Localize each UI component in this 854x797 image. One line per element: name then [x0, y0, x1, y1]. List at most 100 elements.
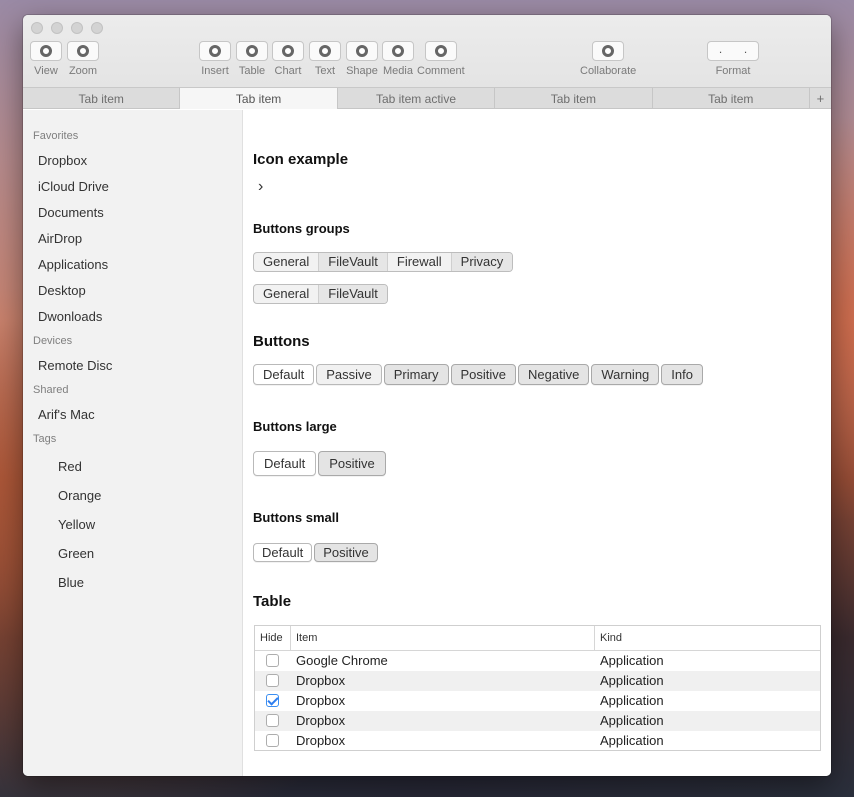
table-row[interactable]: Dropbox Application	[255, 671, 820, 691]
toolbar-chart-button[interactable]: Chart	[272, 41, 304, 77]
default-small-button[interactable]: Default	[253, 543, 313, 562]
tab-item[interactable]: Tab item active	[338, 88, 496, 109]
sidebar-item-documents[interactable]: Documents	[38, 205, 104, 220]
tab-bar: Tab item Tab item Tab item active Tab it…	[23, 88, 831, 109]
sidebar-item-icloud-drive[interactable]: iCloud Drive	[38, 179, 109, 194]
window-controls	[31, 22, 103, 34]
hide-checkbox-checked[interactable]	[266, 694, 279, 707]
toolbar-shape-button[interactable]: Shape	[346, 41, 378, 77]
table-cell-kind: Application	[600, 673, 664, 688]
toolbar-label: View	[34, 65, 58, 77]
hide-checkbox[interactable]	[266, 674, 279, 687]
apps-table: Hide Item Kind Google Chrome Application…	[254, 625, 821, 751]
buttons-large-row: Default Positive	[253, 451, 386, 476]
sidebar-tag-yellow[interactable]: Yellow	[58, 517, 95, 532]
table-cell-item: Dropbox	[296, 733, 346, 748]
positive-small-button[interactable]: Positive	[314, 543, 378, 562]
primary-button[interactable]: Primary	[383, 364, 449, 385]
sidebar-heading-devices: Devices	[33, 335, 73, 347]
tab-item[interactable]: Tab item	[653, 88, 810, 109]
table-header: Hide Item Kind	[255, 626, 820, 651]
hide-checkbox[interactable]	[266, 654, 279, 667]
positive-button[interactable]: Positive	[450, 364, 517, 385]
tab-item[interactable]: Tab item	[23, 88, 181, 109]
column-header-item[interactable]: Item	[296, 632, 317, 644]
sidebar-tag-red[interactable]: Red	[58, 459, 82, 474]
segment-general[interactable]: General	[254, 285, 320, 303]
app-window: View Zoom Insert Table Chart Text Shape	[23, 15, 831, 776]
toolbar-collaborate-button[interactable]: Collaborate	[580, 41, 636, 77]
segment-general[interactable]: General	[254, 253, 320, 271]
positive-large-button[interactable]: Positive	[318, 451, 386, 476]
collaborate-icon	[592, 41, 625, 61]
format-icon: . .	[707, 41, 759, 61]
tab-item[interactable]: Tab item	[495, 88, 653, 109]
column-header-kind[interactable]: Kind	[600, 632, 622, 644]
sidebar-tag-orange[interactable]: Orange	[58, 488, 101, 503]
add-tab-button[interactable]: +	[810, 88, 831, 109]
passive-button[interactable]: Passive	[316, 364, 382, 385]
chart-icon	[272, 41, 304, 61]
toolbar-zoom-button[interactable]: Zoom	[67, 41, 99, 77]
hide-checkbox[interactable]	[266, 714, 279, 727]
button-group-privacy: General FileVault Firewall Privacy	[253, 252, 514, 272]
toolbar-format-button[interactable]: . . Format	[707, 41, 759, 77]
table-row[interactable]: Dropbox Application	[255, 691, 820, 711]
tab-item-selected[interactable]: Tab item	[180, 88, 338, 109]
sidebar-item-arifs-mac[interactable]: Arif's Mac	[38, 407, 95, 422]
toolbar: View Zoom Insert Table Chart Text Shape	[23, 15, 831, 88]
table-cell-kind: Application	[600, 733, 664, 748]
table-cell-kind: Application	[600, 693, 664, 708]
toolbar-label: Table	[238, 65, 266, 77]
sidebar-heading-tags: Tags	[33, 433, 57, 445]
sidebar-item-airdrop[interactable]: AirDrop	[38, 231, 82, 246]
insert-icon	[199, 41, 231, 61]
fullscreen-window-button[interactable]	[91, 22, 103, 34]
text-icon	[309, 41, 341, 61]
segment-filevault[interactable]: FileVault	[319, 285, 387, 303]
table-cell-item: Dropbox	[296, 693, 346, 708]
toolbar-text-button[interactable]: Text	[309, 41, 341, 77]
toolbar-media-button[interactable]: Media	[382, 41, 414, 77]
comment-icon	[424, 41, 457, 61]
table-cell-item: Google Chrome	[296, 653, 388, 668]
table-icon	[236, 41, 268, 61]
table-row[interactable]: Dropbox Application	[255, 731, 820, 751]
minimize-window-button[interactable]	[51, 22, 63, 34]
sidebar-item-dropbox[interactable]: Dropbox	[38, 153, 87, 168]
buttons-row: Default Passive Primary Positive Negativ…	[253, 364, 703, 385]
sidebar-item-applications[interactable]: Applications	[38, 257, 108, 272]
sidebar-item-downloads[interactable]: Dwonloads	[38, 309, 102, 324]
buttons-small-row: Default Positive	[253, 543, 378, 562]
negative-button[interactable]: Negative	[518, 364, 590, 385]
sidebar-item-remote-disc[interactable]: Remote Disc	[38, 358, 112, 373]
section-title-buttons-small: Buttons small	[253, 510, 339, 525]
zoom-window-button[interactable]	[71, 22, 83, 34]
toolbar-label: Insert	[201, 65, 229, 77]
toolbar-table-button[interactable]: Table	[236, 41, 268, 77]
toolbar-comment-button[interactable]: Comment	[417, 41, 465, 77]
toolbar-insert-button[interactable]: Insert	[199, 41, 231, 77]
section-title-buttons: Buttons	[253, 333, 310, 350]
sidebar-item-desktop[interactable]: Desktop	[38, 283, 86, 298]
toolbar-label: Collaborate	[580, 65, 637, 77]
toolbar-label: Comment	[417, 65, 465, 77]
segment-firewall[interactable]: Firewall	[388, 253, 452, 271]
sidebar-tag-green[interactable]: Green	[58, 546, 94, 561]
close-window-button[interactable]	[31, 22, 43, 34]
toolbar-label: Media	[383, 65, 413, 77]
default-large-button[interactable]: Default	[253, 451, 317, 476]
column-header-hide[interactable]: Hide	[260, 632, 283, 644]
segment-filevault[interactable]: FileVault	[319, 253, 388, 271]
sidebar-heading-favorites: Favorites	[33, 130, 79, 142]
segment-privacy[interactable]: Privacy	[451, 253, 513, 271]
table-row[interactable]: Google Chrome Application	[255, 651, 820, 671]
table-row[interactable]: Dropbox Application	[255, 711, 820, 731]
warning-button[interactable]: Warning	[591, 364, 660, 385]
default-button[interactable]: Default	[253, 364, 315, 385]
toolbar-label: Chart	[274, 65, 302, 77]
toolbar-view-button[interactable]: View	[30, 41, 62, 77]
hide-checkbox[interactable]	[266, 734, 279, 747]
info-button[interactable]: Info	[661, 364, 703, 385]
sidebar-tag-blue[interactable]: Blue	[58, 575, 84, 590]
